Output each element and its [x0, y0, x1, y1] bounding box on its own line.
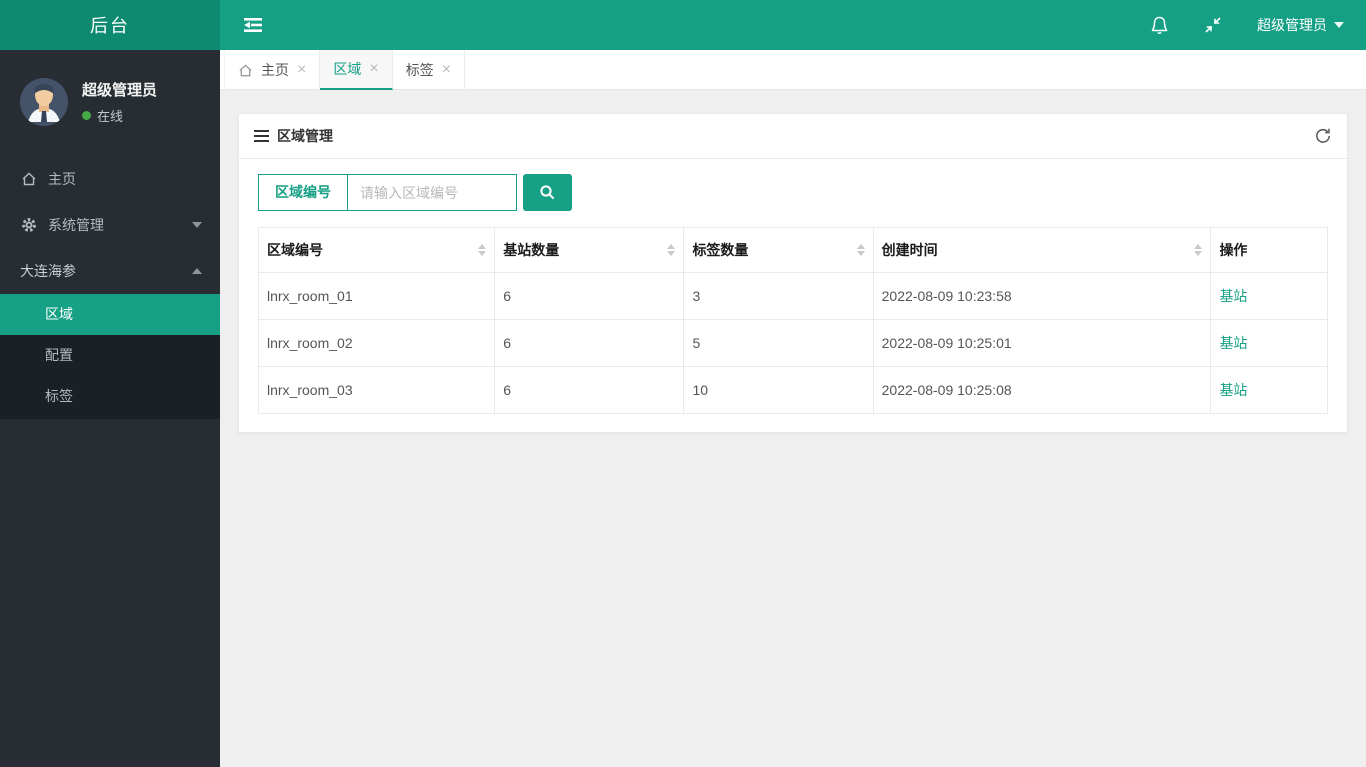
- cell-actions: 基站: [1210, 272, 1328, 320]
- tab-home[interactable]: 主页 ×: [224, 50, 321, 90]
- sidebar-item-label: 系统管理: [48, 217, 104, 233]
- top-header: 超级管理员: [220, 0, 1366, 50]
- cell-created: 2022-08-09 10:25:08: [872, 366, 1212, 414]
- tab-label: 标签: [405, 62, 434, 78]
- sidebar-nav: 主页 系统管理 大连海参 区域 配置 标签: [0, 156, 220, 419]
- chevron-up-icon: [192, 268, 202, 274]
- list-bars-icon: [254, 127, 269, 145]
- sidebar-subitem-tag[interactable]: 标签: [0, 376, 220, 417]
- base-station-link[interactable]: 基站: [1219, 382, 1247, 398]
- cell-tags: 3: [683, 272, 874, 320]
- table-row: lnrx_room_02 6 5 2022-08-09 10:25:01 基站: [257, 319, 1328, 367]
- avatar: [20, 78, 68, 126]
- sort-icon: [478, 244, 487, 256]
- home-icon: [20, 171, 38, 187]
- tab-label: 主页: [261, 62, 289, 78]
- search-row: 区域编号: [258, 174, 1328, 211]
- app-logo: 后台: [0, 0, 220, 50]
- sidebar-item-label: 大连海参: [20, 263, 76, 279]
- table-row: lnrx_room_03 6 10 2022-08-09 10:25:08 基站: [257, 366, 1328, 414]
- panel-header: 区域管理: [239, 114, 1347, 159]
- cell-stations: 6: [494, 366, 685, 414]
- area-table: 区域编号 基站数量 标签数量 创建时间 操作 lnrx_room_01 6 3 …: [257, 227, 1328, 414]
- user-menu[interactable]: 超级管理员: [1257, 15, 1344, 35]
- cell-stations: 6: [494, 272, 685, 320]
- column-header-actions: 操作: [1210, 227, 1328, 273]
- sidebar: 后台 超级管理员 在线 主页 系统管理 大连海参 区域 配置 标签: [0, 0, 220, 767]
- panel-body: 区域编号 请输入区域编号 区域编号 基站数量 标签数量 创建时间 操作 lnrx…: [239, 159, 1347, 432]
- home-icon: [238, 63, 253, 78]
- user-status: 在线: [82, 106, 157, 125]
- chevron-down-icon: [1334, 22, 1344, 28]
- online-dot-icon: [82, 111, 91, 120]
- cell-created: 2022-08-09 10:23:58: [872, 272, 1212, 320]
- cell-area-id: lnrx_room_01: [257, 272, 496, 320]
- panel-title: 区域管理: [254, 126, 333, 146]
- cell-tags: 10: [683, 366, 874, 414]
- base-station-link[interactable]: 基站: [1219, 288, 1247, 304]
- user-menu-label: 超级管理员: [1257, 17, 1327, 33]
- cell-area-id: lnrx_room_03: [257, 366, 496, 414]
- tab-label: 区域: [333, 61, 362, 77]
- base-station-link[interactable]: 基站: [1219, 335, 1247, 351]
- close-icon[interactable]: ×: [369, 61, 378, 77]
- cell-actions: 基站: [1210, 319, 1328, 367]
- cell-area-id: lnrx_room_02: [257, 319, 496, 367]
- search-field-label: 区域编号: [259, 175, 348, 210]
- sidebar-item-group[interactable]: 大连海参: [0, 248, 220, 294]
- panel-title-label: 区域管理: [277, 128, 333, 144]
- main-content: 区域管理 区域编号 请输入区域编号 区域编号 基站数量 标签数量 创建时间 操作…: [220, 91, 1366, 767]
- notifications-bell-icon[interactable]: [1150, 15, 1169, 35]
- user-status-label: 在线: [97, 109, 124, 124]
- gear-icon: [20, 217, 38, 233]
- table-row: lnrx_room_01 6 3 2022-08-09 10:23:58 基站: [257, 272, 1328, 320]
- column-header-tags[interactable]: 标签数量: [683, 227, 874, 273]
- sort-icon: [667, 244, 676, 256]
- cell-actions: 基站: [1210, 366, 1328, 414]
- sidebar-item-home[interactable]: 主页: [0, 156, 220, 202]
- sidebar-item-label: 主页: [48, 171, 76, 187]
- area-id-input[interactable]: [348, 175, 516, 210]
- tab-tag[interactable]: 标签 ×: [393, 50, 466, 90]
- sidebar-subitem-config[interactable]: 配置: [0, 335, 220, 376]
- search-icon: [539, 184, 556, 201]
- search-button[interactable]: [523, 174, 572, 211]
- chevron-down-icon: [192, 222, 202, 228]
- refresh-icon[interactable]: [1314, 127, 1332, 145]
- cell-stations: 6: [494, 319, 685, 367]
- sidebar-submenu: 区域 配置 标签: [0, 294, 220, 419]
- column-header-area-id[interactable]: 区域编号: [257, 227, 496, 273]
- table-header-row: 区域编号 基站数量 标签数量 创建时间 操作: [257, 227, 1328, 273]
- compress-fullscreen-icon[interactable]: [1203, 15, 1223, 35]
- sidebar-toggle-icon[interactable]: [242, 15, 264, 35]
- sort-icon: [1194, 244, 1203, 256]
- tab-area[interactable]: 区域 ×: [320, 50, 393, 90]
- column-header-stations[interactable]: 基站数量: [494, 227, 685, 273]
- sidebar-subitem-area[interactable]: 区域: [0, 294, 220, 335]
- user-panel: 超级管理员 在线: [0, 50, 220, 156]
- cell-tags: 5: [683, 319, 874, 367]
- sidebar-item-system[interactable]: 系统管理: [0, 202, 220, 248]
- area-management-panel: 区域管理 区域编号 请输入区域编号 区域编号 基站数量 标签数量 创建时间 操作…: [238, 113, 1348, 433]
- close-icon[interactable]: ×: [442, 62, 451, 78]
- search-input-group: 区域编号: [258, 174, 517, 211]
- column-header-created[interactable]: 创建时间: [872, 227, 1212, 273]
- user-name: 超级管理员: [82, 82, 158, 99]
- sort-icon: [856, 244, 865, 256]
- close-icon[interactable]: ×: [297, 62, 306, 78]
- tab-bar: 主页 × 区域 × 标签 ×: [220, 50, 1366, 90]
- cell-created: 2022-08-09 10:25:01: [872, 319, 1212, 367]
